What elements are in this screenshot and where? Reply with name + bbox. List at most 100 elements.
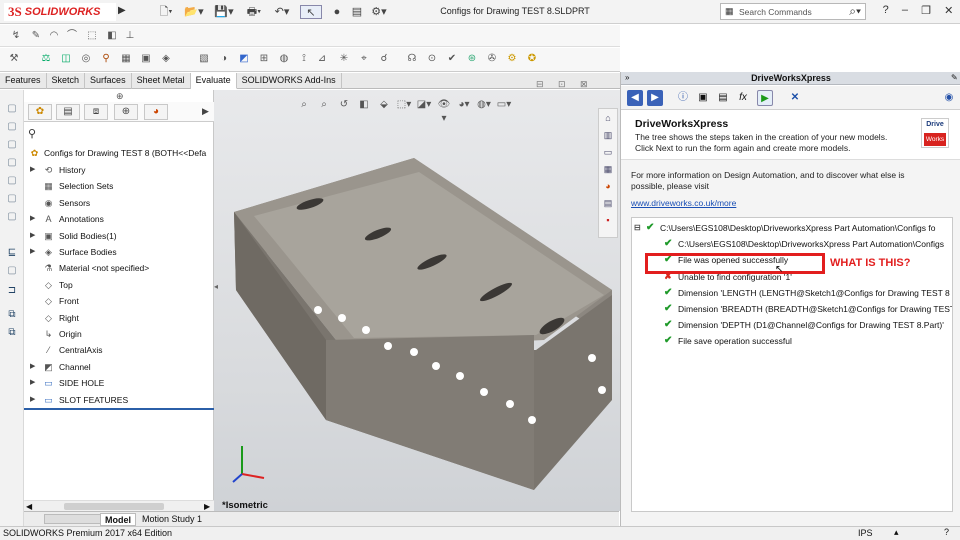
strip-icon-5[interactable]: ▢ <box>5 174 19 187</box>
capture-icon[interactable]: ▣ <box>695 90 711 106</box>
view-orientation-icon[interactable]: ⬚▾ <box>396 98 412 112</box>
tab-surfaces[interactable]: Surfaces <box>85 73 132 89</box>
tab-sheet-metal[interactable]: Sheet Metal <box>132 73 191 89</box>
toolbar-icon-5[interactable]: ⬚ <box>84 29 100 43</box>
appearances-icon[interactable]: ◕ <box>601 179 615 193</box>
new-document-icon[interactable]: 🗋▾ <box>155 5 177 19</box>
check-icon[interactable]: ⚲ <box>98 52 114 66</box>
deviation-analysis-icon[interactable]: ◈ <box>158 52 174 66</box>
tree-item[interactable]: ▶ ◩ Channel <box>24 359 214 375</box>
tab-sketch[interactable]: Sketch <box>47 73 86 89</box>
symmetry-icon[interactable]: ⊿ <box>314 52 330 66</box>
thickness-icon[interactable]: ⟟ <box>296 52 312 66</box>
costing-icon[interactable]: ☌ <box>376 52 392 66</box>
toolbar-icon-2[interactable]: ✎ <box>28 29 44 43</box>
menu-expand-arrow-icon[interactable]: ▶ <box>118 5 130 19</box>
tree-item[interactable]: ▶ ⟲ History <box>24 162 214 178</box>
property-manager-tab-icon[interactable]: ▤ <box>56 104 80 120</box>
traffic-light-icon[interactable]: ● <box>326 5 348 19</box>
rules-icon[interactable]: ▤ <box>715 90 731 106</box>
toolbar-icon-7[interactable]: ⊥ <box>122 29 138 43</box>
panel-collapse-arrows-icon[interactable]: » <box>625 73 629 82</box>
tree-item[interactable]: ▶ ▭ SLOT FEATURES <box>24 392 214 408</box>
flow-icon[interactable]: ✇ <box>484 52 500 66</box>
tree-item[interactable]: ◇ Front <box>24 293 214 309</box>
tree-item[interactable]: ▦ Selection Sets <box>24 178 214 194</box>
custom-properties-icon[interactable]: ▤ <box>601 196 615 210</box>
driveworks-more-link[interactable]: www.driveworks.co.uk/more <box>631 198 736 208</box>
strip-icon-10[interactable]: ⊐ <box>5 284 19 297</box>
undo-icon[interactable]: ↶▾ <box>271 5 293 19</box>
view-palette-icon[interactable]: ▦ <box>601 162 615 176</box>
configuration-manager-tab-icon[interactable]: ⧈ <box>84 104 108 120</box>
search-icon[interactable]: ⌕▾ <box>849 4 861 19</box>
display-style-icon[interactable]: ◪▾ <box>416 98 432 112</box>
tree-item[interactable]: ↳ Origin <box>24 326 214 342</box>
result-row[interactable]: ✔ File save operation successful <box>632 333 952 349</box>
expand-arrow-icon[interactable]: ▶ <box>30 359 38 375</box>
tree-item[interactable]: ◉ Sensors <box>24 195 214 211</box>
help-button[interactable]: ? <box>883 4 889 20</box>
expand-arrow-icon[interactable]: ▶ <box>30 228 38 244</box>
scroll-thumb[interactable] <box>64 503 164 510</box>
display-manager-tab-icon[interactable]: ◕ <box>144 104 168 120</box>
tab-model[interactable]: Model <box>100 513 136 526</box>
close-button[interactable]: ✕ <box>944 4 953 20</box>
strip-icon-6[interactable]: ▢ <box>5 192 19 205</box>
tree-item[interactable]: ⚗ Material <not specified> <box>24 260 214 276</box>
units-dropdown-icon[interactable]: ▴ <box>894 527 899 538</box>
search-commands-box[interactable]: ▦ Search Commands ⌕▾ <box>720 3 866 20</box>
tree-item[interactable]: ◇ Right <box>24 310 214 326</box>
result-row[interactable]: ✔ C:\Users\EGS108\Desktop\DriveworksXpres… <box>632 236 952 252</box>
result-row[interactable]: ✔ Dimension 'BREADTH (BREADTH@Sketch1@Con… <box>632 301 952 317</box>
checkmark-icon[interactable]: ✔ <box>444 52 460 66</box>
scroll-left-icon[interactable]: ◀ <box>26 502 32 511</box>
feature-manager-tab-icon[interactable]: ✿ <box>28 104 52 120</box>
edit-appearance-icon[interactable]: ◕▾ <box>456 98 472 112</box>
driveworks-icon[interactable]: ⚙ <box>504 52 520 66</box>
file-properties-icon[interactable]: ▤ <box>346 5 368 19</box>
strip-icon-2[interactable]: ▢ <box>5 120 19 133</box>
hide-show-icon[interactable]: 👁▾ <box>436 98 452 124</box>
toolbar-icon-1[interactable]: ↯ <box>8 29 24 43</box>
channel-part-model[interactable] <box>214 90 620 511</box>
draft-analysis-icon[interactable]: ◩ <box>236 52 252 66</box>
tree-item[interactable]: ⁄ CentralAxis <box>24 342 214 358</box>
collapse-icon[interactable]: ⊟ <box>634 220 644 236</box>
toolbar-icon-4[interactable]: ⌒ <box>64 29 80 43</box>
viewport-split-icon[interactable]: ⊟ <box>536 79 544 90</box>
tree-item[interactable]: ▶ ◈ Surface Bodies <box>24 244 214 260</box>
compare-icon[interactable]: ✳ <box>336 52 352 66</box>
expand-arrow-icon[interactable]: ▶ <box>30 375 38 391</box>
status-units[interactable]: IPS <box>858 528 873 538</box>
check-active-icon[interactable]: ⌖ <box>356 52 372 66</box>
curvature-icon[interactable]: ◑ <box>216 52 232 66</box>
strip-icon-3[interactable]: ▢ <box>5 138 19 151</box>
result-row[interactable]: ✔ Dimension 'LENGTH (LENGTH@Sketch1@Confi… <box>632 285 952 301</box>
solidworks-resources-icon[interactable]: ⌂ <box>601 111 615 125</box>
parting-line-icon[interactable]: ◍ <box>276 52 292 66</box>
previous-view-icon[interactable]: ↺ <box>336 98 352 112</box>
minimize-button[interactable]: – <box>902 4 908 20</box>
tree-item[interactable]: ◇ Top <box>24 277 214 293</box>
print-icon[interactable]: 🖶▾ <box>243 5 265 19</box>
scroll-right-icon[interactable]: ▶ <box>204 502 210 511</box>
strip-icon-1[interactable]: ▢ <box>5 102 19 115</box>
filter-icon[interactable]: ⚲ <box>28 127 36 140</box>
run-icon[interactable]: ▶ <box>757 90 773 106</box>
dimxpert-tab-icon[interactable]: ⊕ <box>114 104 138 120</box>
tree-item[interactable]: ▶ ▣ Solid Bodies(1) <box>24 228 214 244</box>
strip-icon-8[interactable]: ⊑ <box>5 246 19 259</box>
back-arrow-icon[interactable]: ◀ <box>627 90 643 106</box>
tree-item[interactable]: ▶ A Annotations <box>24 211 214 227</box>
search-commands-input[interactable]: Search Commands <box>739 7 812 17</box>
panel-pin-icon[interactable]: ✎ <box>951 73 958 82</box>
result-row[interactable]: ⊟ ✔ C:\Users\EGS108\Desktop\DriveworksXpre… <box>632 220 952 236</box>
geometry-analysis-icon[interactable]: ▦ <box>118 52 134 66</box>
close-driveworks-icon[interactable]: ✕ <box>787 90 803 106</box>
sensor-icon[interactable]: ◎ <box>78 52 94 66</box>
toolbar-icon-3[interactable]: ◠ <box>46 29 62 43</box>
tree-item[interactable]: ▶ ▭ SIDE HOLE <box>24 375 214 391</box>
formula-icon[interactable]: fx <box>735 90 751 106</box>
viewport-tile-icon[interactable]: ⊡ <box>558 79 566 90</box>
